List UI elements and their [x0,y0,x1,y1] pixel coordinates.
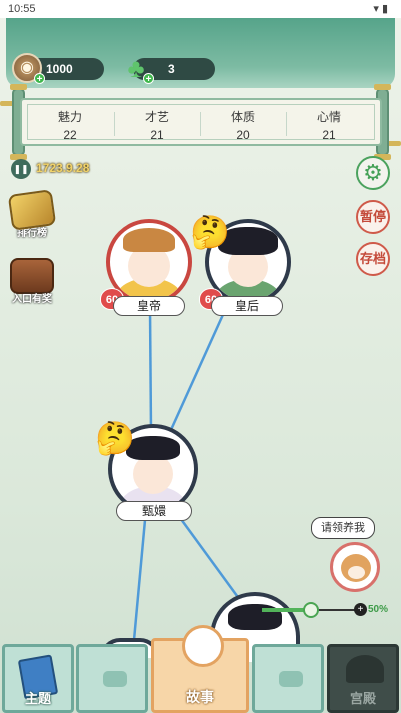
tab-palace[interactable]: 宫殿 [327,644,399,713]
dumbbell-icon [279,671,303,687]
palace-icon [346,655,384,683]
empress-name: 皇后 [211,296,283,316]
tab-label: 宫殿 [349,691,376,706]
progress-percent: 50% [368,604,389,615]
pet-speech-bubble: 请领养我 [311,517,375,539]
relation-line-empress [168,307,228,433]
relation-line-down [132,519,147,641]
emperor-name: 皇帝 [113,296,185,316]
tab-locked-left[interactable] [76,644,148,713]
protagonist-name: 甄嬛 [116,501,192,521]
emperor-hat [123,228,175,252]
story-avatar-icon [182,625,224,667]
progress-slider[interactable] [262,602,360,618]
tab-label: 主题 [24,691,51,706]
slider-knob[interactable] [303,602,319,618]
relation-line-right [176,514,242,601]
tab-label: 故事 [186,689,214,705]
tab-story[interactable]: 故事 [151,625,249,713]
dumbbell-icon [103,671,127,687]
slider-plus-icon[interactable]: + [354,603,367,616]
tab-theme[interactable]: 主题 [2,644,74,713]
dog-muzzle [348,566,365,579]
relation-line-emperor [148,307,153,433]
tab-locked-right[interactable] [252,644,324,713]
thinking-emoji-icon: 🤔 [190,214,230,250]
thinking-emoji-icon: 🤔 [95,420,135,456]
pet-dog-button[interactable] [330,542,380,592]
protagonist-face [133,454,173,494]
bottom-nav: 主题 故事 宫殿 [0,625,401,713]
